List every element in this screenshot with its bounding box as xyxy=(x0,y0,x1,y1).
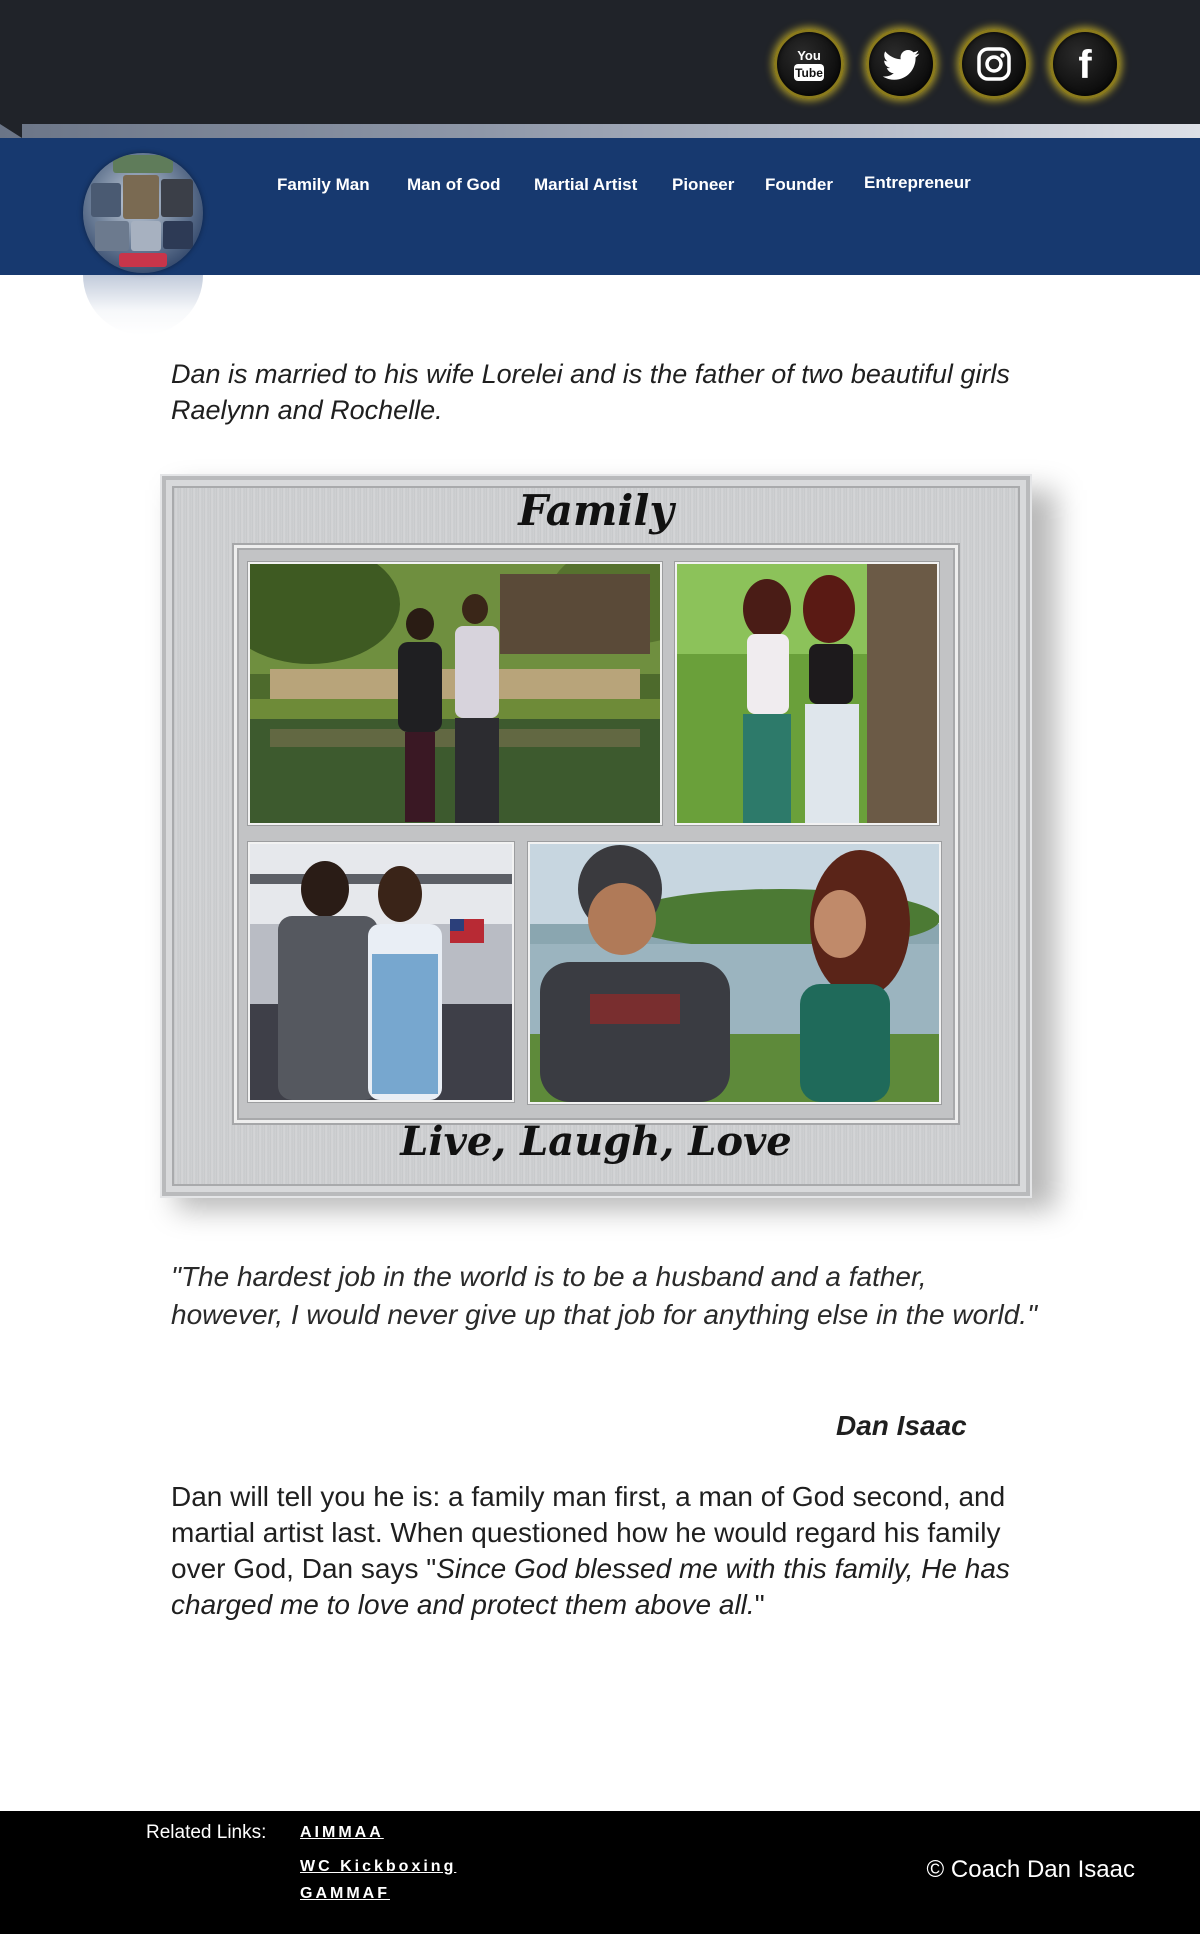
quote-author: Dan Isaac xyxy=(836,1410,967,1441)
photo-father-daughter-event xyxy=(248,842,514,1102)
footer-link-aimmaa[interactable]: AIMMAA xyxy=(300,1824,384,1842)
copyright-text: © Coach Dan Isaac xyxy=(926,1856,1135,1883)
facebook-icon: f xyxy=(1078,44,1092,84)
footer-link-gammaf[interactable]: GAMMAF xyxy=(300,1885,390,1903)
footer-link-wc-kickboxing[interactable]: WC Kickboxing xyxy=(300,1858,456,1876)
youtube-link[interactable]: You Tube xyxy=(774,29,844,99)
svg-text:f: f xyxy=(1078,44,1092,84)
frame-caption: Live, Laugh, Love xyxy=(400,1118,792,1165)
closing-paragraph: Dan will tell you he is: a family man fi… xyxy=(171,1479,1041,1623)
nav-pioneer[interactable]: Pioneer xyxy=(672,175,734,195)
decorative-stripe xyxy=(0,124,1200,138)
twitter-link[interactable] xyxy=(866,29,936,99)
quote-text: "The hardest job in the world is to be a… xyxy=(171,1261,1038,1330)
intro-paragraph: Dan is married to his wife Lorelei and i… xyxy=(171,359,1010,425)
closing-end: " xyxy=(754,1589,765,1620)
frame-title: Family xyxy=(518,486,674,535)
svg-text:Tube: Tube xyxy=(795,66,823,80)
facebook-link[interactable]: f xyxy=(1050,29,1120,99)
nav-man-of-god[interactable]: Man of God xyxy=(407,175,500,195)
youtube-icon: You Tube xyxy=(794,48,824,81)
nav-family-man[interactable]: Family Man xyxy=(277,175,370,195)
nav-entrepreneur[interactable]: Entrepreneur xyxy=(864,173,971,193)
instagram-link[interactable] xyxy=(959,29,1029,99)
svg-text:You: You xyxy=(797,48,821,63)
nav-martial-artist[interactable]: Martial Artist xyxy=(534,175,637,195)
twitter-icon xyxy=(882,50,920,80)
photo-father-daughter-water xyxy=(528,842,941,1104)
instagram-icon xyxy=(977,47,1011,81)
nav-founder[interactable]: Founder xyxy=(765,175,833,195)
logo-reflection xyxy=(83,275,203,335)
photo-couple-pond xyxy=(248,562,662,825)
photo-sisters-tree xyxy=(675,562,939,825)
related-links-label: Related Links: xyxy=(146,1822,267,1843)
site-logo[interactable] xyxy=(83,153,203,273)
